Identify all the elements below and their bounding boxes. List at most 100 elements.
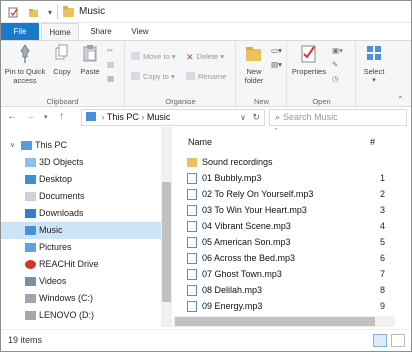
mp3-file-icon <box>187 237 197 248</box>
move-to-label: Move to <box>143 52 170 61</box>
breadcrumb-this-pc[interactable]: This PC <box>107 112 139 122</box>
list-item[interactable]: 02 To Rely On Yourself.mp3 2 <box>183 186 388 202</box>
mp3-file-icon <box>187 205 197 216</box>
file-list: ⌃ Name # Sound recordings 01 Bubbly.mp3 … <box>173 127 411 327</box>
properties-button[interactable]: Properties <box>290 43 328 76</box>
file-name: 01 Bubbly.mp3 <box>202 173 262 183</box>
select-button[interactable]: Select ▾ <box>360 43 388 85</box>
delete-icon: ✕ <box>186 52 194 62</box>
tab-file[interactable]: File <box>1 23 39 40</box>
select-label: Select <box>363 67 385 76</box>
recent-locations-icon[interactable]: ▾ <box>44 113 48 121</box>
cut-icon[interactable]: ✂ <box>107 45 113 56</box>
new-folder-icon[interactable] <box>26 5 40 19</box>
nav-item-this-pc[interactable]: ∨ This PC <box>1 137 161 154</box>
new-group: New folder ▭▾ ▤▾ New <box>237 41 287 108</box>
new-folder-button[interactable]: New folder <box>239 43 269 85</box>
collapse-ribbon-icon[interactable]: ⌃ <box>397 95 404 104</box>
nav-item-reachit-drive[interactable]: REACHit Drive <box>1 256 161 273</box>
edit-icon[interactable]: ✎ <box>332 59 338 70</box>
list-item[interactable]: 04 Vibrant Scene.mp3 4 <box>183 218 388 234</box>
mp3-file-icon <box>187 285 197 296</box>
back-icon[interactable]: ← <box>7 111 17 122</box>
address-dropdown-icon[interactable]: ∨ <box>240 110 246 125</box>
up-icon[interactable]: ↑ <box>59 111 64 122</box>
column-header-number[interactable]: # <box>370 137 375 147</box>
copy-icon <box>54 43 70 65</box>
nav-item-documents[interactable]: Documents <box>1 188 161 205</box>
copy-to-button[interactable]: Copy to ▾ <box>131 71 175 82</box>
new-group-label: New <box>253 97 269 106</box>
breadcrumb-music[interactable]: Music <box>147 112 171 122</box>
refresh-icon[interactable]: ↻ <box>252 110 260 125</box>
nav-item-pictures[interactable]: Pictures <box>1 239 161 256</box>
file-number: 1 <box>379 173 385 183</box>
list-item[interactable]: 01 Bubbly.mp3 1 <box>183 170 388 186</box>
paste-icon <box>82 43 98 65</box>
file-number: 6 <box>379 253 385 263</box>
list-item[interactable]: 05 American Son.mp3 5 <box>183 234 388 250</box>
scrollbar-thumb[interactable] <box>162 182 171 302</box>
list-item[interactable]: Sound recordings <box>183 154 388 170</box>
nav-item-music[interactable]: Music <box>1 222 161 239</box>
nav-pane-scrollbar[interactable] <box>161 127 172 327</box>
expand-icon[interactable]: ∨ <box>10 137 15 154</box>
nav-label: Downloads <box>39 208 84 218</box>
paste-shortcut-icon[interactable]: ▦ <box>107 73 114 84</box>
file-name: 09 Energy.mp3 <box>202 301 263 311</box>
history-icon[interactable]: ◷ <box>332 73 339 84</box>
nav-label: Music <box>39 225 63 235</box>
copy-path-icon[interactable]: ▤ <box>107 59 114 70</box>
tab-view[interactable]: View <box>123 23 157 40</box>
easy-access-icon[interactable]: ▤▾ <box>271 59 282 70</box>
properties-label: Properties <box>291 67 327 76</box>
navigation-bar: ← → ▾ ↑ › This PC › Music ∨ ↻ ⌕ Search Mu… <box>1 108 411 126</box>
pictures-icon <box>25 243 36 252</box>
list-item[interactable]: 06 Across the Bed.mp3 6 <box>183 250 388 266</box>
new-item-icon[interactable]: ▭▾ <box>271 45 282 56</box>
file-list-scrollbar[interactable] <box>173 316 395 327</box>
copy-button[interactable]: Copy <box>49 43 75 76</box>
paste-button[interactable]: Paste <box>77 43 103 76</box>
address-bar[interactable]: › This PC › Music ∨ ↻ <box>81 109 265 126</box>
folder-icon <box>63 6 74 17</box>
file-name: 05 American Son.mp3 <box>202 237 291 247</box>
list-item[interactable]: 07 Ghost Town.mp3 7 <box>183 266 388 282</box>
column-header-row: Name # <box>173 131 411 151</box>
rename-button[interactable]: Rename <box>186 71 226 82</box>
column-header-name[interactable]: Name <box>188 137 212 147</box>
nav-label: Pictures <box>39 242 72 252</box>
copy-to-label: Copy to <box>143 72 169 81</box>
list-item[interactable]: 08 Delilah.mp3 8 <box>183 282 388 298</box>
scrollbar-thumb[interactable] <box>175 317 375 326</box>
tab-share[interactable]: Share <box>81 23 121 40</box>
nav-item-windows-c[interactable]: Windows (C:) <box>1 290 161 307</box>
status-bar: 19 items <box>1 329 411 351</box>
details-view-icon[interactable] <box>373 334 387 347</box>
pin-quick-access-button[interactable]: Pin to Quick access <box>3 43 47 85</box>
nav-item-lenovo-d[interactable]: LENOVO (D:) <box>1 307 161 324</box>
list-item[interactable]: 09 Energy.mp3 9 <box>183 298 388 314</box>
customize-dropdown-icon[interactable]: ▾ <box>43 5 57 19</box>
select-group: Select ▾ <box>357 41 391 108</box>
file-name: 07 Ghost Town.mp3 <box>202 269 282 279</box>
breadcrumb-separator-icon: › <box>101 112 105 122</box>
navigation-pane: ∨ This PC 3D Objects Desktop Documents D… <box>1 127 171 327</box>
list-item[interactable]: 03 To Win Your Heart.mp3 3 <box>183 202 388 218</box>
nav-item-3d-objects[interactable]: 3D Objects <box>1 154 161 171</box>
nav-item-desktop[interactable]: Desktop <box>1 171 161 188</box>
tab-home[interactable]: Home <box>41 23 79 40</box>
delete-button[interactable]: ✕ Delete ▾ <box>186 51 224 62</box>
pc-icon <box>21 141 32 150</box>
nav-item-videos[interactable]: Videos <box>1 273 161 290</box>
large-icons-view-icon[interactable] <box>391 334 405 347</box>
search-input[interactable]: ⌕ Search Music <box>269 109 407 126</box>
nav-item-downloads[interactable]: Downloads <box>1 205 161 222</box>
forward-icon[interactable]: → <box>25 111 35 122</box>
file-number: 4 <box>379 221 385 231</box>
open-icon[interactable]: ▣▾ <box>332 45 343 56</box>
paste-label: Paste <box>80 67 100 76</box>
properties-icon[interactable] <box>6 5 20 19</box>
music-folder-icon <box>86 112 96 121</box>
move-to-button[interactable]: Move to ▾ <box>131 51 176 62</box>
